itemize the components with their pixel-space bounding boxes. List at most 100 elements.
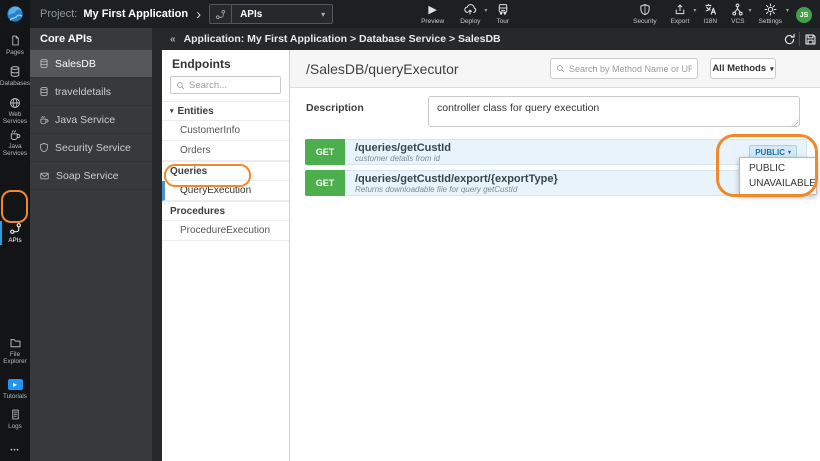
- method-search-input[interactable]: [569, 63, 692, 74]
- panel-divider: [152, 28, 162, 461]
- all-methods-filter[interactable]: All Methods ▾: [710, 58, 776, 79]
- preview-label: Preview: [421, 18, 445, 25]
- sidebar-item-web-services[interactable]: Web Services: [0, 96, 30, 125]
- sidebar-item-tutorials[interactable]: ▸ Tutorials: [0, 378, 30, 400]
- gear-icon: [764, 3, 777, 16]
- coffee-icon: [39, 115, 49, 125]
- endpoint-item-label: QueryExecution: [180, 185, 252, 196]
- search-icon: [176, 81, 185, 90]
- service-item-salesdb[interactable]: SalesDB: [30, 50, 152, 78]
- settings-button[interactable]: ▾ Settings: [759, 3, 789, 25]
- security-button[interactable]: Security: [633, 3, 657, 25]
- sidebar-item-label: File Explorer: [3, 351, 27, 366]
- wavemaker-logo-icon: [7, 6, 23, 22]
- breadcrumb-bar: « Application: My First Application > Da…: [162, 28, 820, 50]
- save-button[interactable]: [800, 28, 820, 50]
- description-label: Description: [306, 102, 364, 114]
- endpoint-summary: customer details from id: [355, 153, 440, 163]
- sidebar-item-file-explorer[interactable]: File Explorer: [0, 336, 30, 365]
- service-item-label: Security Service: [55, 141, 131, 154]
- access-option-public[interactable]: PUBLIC: [740, 161, 816, 176]
- breadcrumb-actions: [779, 28, 820, 50]
- access-dropdown-menu: PUBLIC UNAVAILABLE: [739, 157, 817, 195]
- i18n-label: I18N: [703, 18, 718, 25]
- chevron-down-icon: ▾: [321, 9, 326, 19]
- vcs-button[interactable]: ▾ VCS: [731, 3, 752, 25]
- service-item-security-service[interactable]: Security Service: [30, 134, 152, 162]
- endpoint-item-procedureexecution[interactable]: ProcedureExecution: [162, 221, 289, 241]
- main-content: /SalesDB/queryExecutor All Methods ▾ Des…: [290, 50, 820, 461]
- service-item-soap-service[interactable]: Soap Service: [30, 162, 152, 190]
- preview-button[interactable]: ▶ Preview: [421, 3, 444, 25]
- shield-icon: [639, 3, 651, 16]
- sidebar-item-label: Web Services: [2, 111, 28, 126]
- collapse-panel-icon[interactable]: «: [170, 34, 176, 45]
- endpoints-search-input[interactable]: [189, 79, 275, 91]
- coffee-icon: [9, 128, 21, 141]
- service-item-traveldetails[interactable]: traveldetails: [30, 78, 152, 106]
- service-item-label: Soap Service: [56, 169, 119, 182]
- http-method-badge: GET: [305, 139, 345, 165]
- page-title: /SalesDB/queryExecutor: [306, 60, 459, 77]
- endpoint-item-label: Orders: [180, 145, 211, 156]
- endpoint-summary: Returns downloadable file for query getC…: [355, 184, 518, 194]
- export-button[interactable]: ▾ Export: [671, 3, 696, 25]
- sidebar-item-label: APIs: [8, 237, 22, 244]
- database-icon: [39, 58, 49, 69]
- page-icon: [10, 34, 21, 47]
- deploy-label: Deploy: [460, 18, 481, 25]
- sidebar-item-apis[interactable]: APIs: [0, 220, 30, 246]
- user-avatar[interactable]: JS: [796, 7, 812, 23]
- caret-down-icon: ▾: [170, 108, 174, 115]
- methods-filter-label: All Methods: [712, 63, 767, 74]
- api-icon: [210, 5, 233, 23]
- refresh-button[interactable]: [779, 28, 799, 50]
- service-item-java-service[interactable]: Java Service: [30, 106, 152, 134]
- endpoint-item-label: CustomerInfo: [180, 125, 241, 136]
- api-icon: [9, 222, 22, 235]
- module-selector-dropdown[interactable]: APIs ▾: [209, 4, 334, 24]
- module-selector-value: APIs: [240, 8, 263, 20]
- sidebar-item-java-services[interactable]: Java Services: [0, 128, 30, 157]
- endpoints-group-procedures[interactable]: Procedures: [162, 201, 289, 221]
- service-item-label: SalesDB: [55, 57, 96, 70]
- chevron-right-icon: ›: [196, 5, 202, 23]
- security-label: Security: [633, 18, 657, 25]
- brand-logo[interactable]: [0, 0, 30, 28]
- chevron-down-icon: ▾: [484, 8, 488, 14]
- access-value: PUBLIC: [755, 147, 785, 157]
- toolbar-tools: Security ▾ Export I18N ▾ VCS ▾ Settings …: [633, 3, 812, 25]
- globe-icon: [9, 96, 21, 109]
- tour-button[interactable]: Tour: [496, 3, 509, 25]
- breadcrumb: Application: My First Application > Data…: [183, 33, 501, 45]
- sidebar-item-logs[interactable]: Logs: [0, 408, 30, 430]
- sidebar-item-databases[interactable]: Databases: [0, 65, 30, 87]
- caret-down-icon: ▾: [770, 65, 774, 73]
- deploy-button[interactable]: ▾ Deploy: [460, 3, 487, 25]
- service-item-label: Java Service: [55, 113, 116, 126]
- project-label: Project:: [40, 8, 78, 20]
- rail-overflow-button[interactable]: •••: [0, 448, 30, 454]
- endpoints-search[interactable]: [170, 76, 281, 94]
- api-endpoint-row[interactable]: GET /queries/getCustId/export/{exportTyp…: [305, 170, 807, 196]
- sidebar-item-pages[interactable]: Pages: [0, 34, 30, 56]
- endpoints-group-queries[interactable]: Queries: [162, 161, 289, 181]
- top-toolbar: Project: My First Application › APIs ▾ ▶…: [0, 0, 820, 28]
- endpoint-item-queryexecution[interactable]: QueryExecution: [162, 181, 289, 201]
- endpoint-item-customerinfo[interactable]: CustomerInfo: [162, 121, 289, 141]
- endpoints-panel: Endpoints ▾ Entities CustomerInfo Orders…: [162, 50, 290, 461]
- sidebar-item-label: Pages: [6, 49, 24, 56]
- core-apis-panel: Core APIs SalesDB traveldetails Java Ser…: [30, 28, 152, 461]
- sidebar-item-label: Tutorials: [3, 393, 27, 400]
- endpoints-title: Endpoints: [172, 57, 231, 71]
- endpoint-item-orders[interactable]: Orders: [162, 141, 289, 161]
- soap-icon: [39, 171, 50, 181]
- endpoints-group-entities[interactable]: ▾ Entities: [162, 101, 289, 121]
- group-label: Procedures: [170, 205, 226, 217]
- access-option-unavailable[interactable]: UNAVAILABLE: [740, 176, 816, 191]
- logs-icon: [10, 408, 21, 421]
- method-search[interactable]: [550, 58, 698, 79]
- api-endpoint-row[interactable]: GET /queries/getCustId customer details …: [305, 139, 807, 165]
- i18n-button[interactable]: I18N: [703, 3, 717, 25]
- description-field[interactable]: controller class for query execution: [428, 96, 800, 127]
